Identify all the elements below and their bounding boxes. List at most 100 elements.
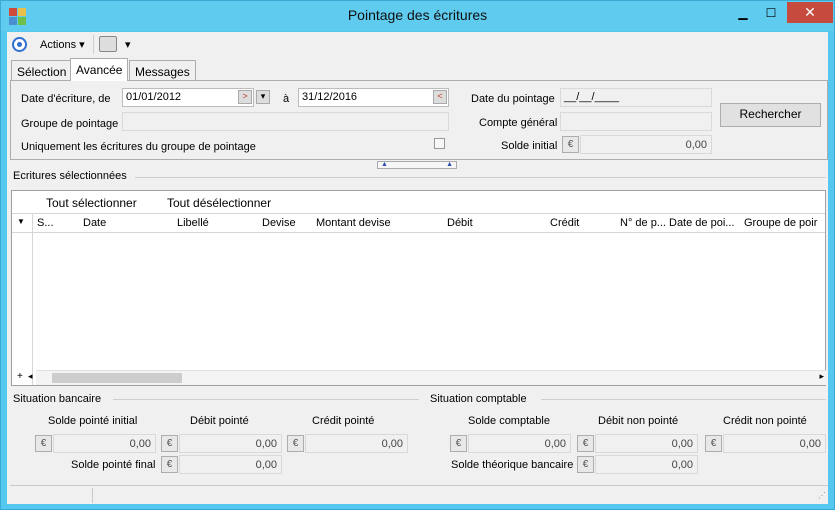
- solde-initial-value: 0,00: [580, 135, 712, 154]
- credit-pointe-label: Crédit pointé: [312, 415, 375, 427]
- toolbar-separator: [93, 35, 94, 54]
- dropdown-arrow-icon: ▾: [79, 39, 85, 51]
- solde-theorique-label: Solde théorique bancaire: [451, 459, 574, 471]
- euro-icon: €: [577, 435, 594, 452]
- panel-collapse-handle[interactable]: ▲ ▲: [377, 161, 457, 169]
- tab-messages[interactable]: Messages: [129, 60, 196, 80]
- title-bar[interactable]: Pointage des écritures ▁ ☐ ✕: [1, 1, 834, 31]
- euro-icon: €: [161, 435, 178, 452]
- date-to-value: 31/12/2016: [302, 91, 358, 103]
- client-area: Actions ▾ ▾ Sélection Avancée Messages D…: [7, 32, 828, 504]
- euro-icon: €: [705, 435, 722, 452]
- filter-panel: Date d'écriture, de 01/01/2012 > ▾ à 31/…: [10, 80, 828, 160]
- comptable-title: Situation comptable: [430, 393, 527, 405]
- row-selector-divider: [32, 213, 33, 385]
- scroll-right-icon[interactable]: ▸: [819, 371, 824, 382]
- close-button[interactable]: ✕: [787, 2, 833, 23]
- window-title: Pointage des écritures: [347, 7, 488, 23]
- tab-label: Sélection: [17, 65, 67, 79]
- navigation-icon[interactable]: [12, 37, 27, 52]
- tab-label: Avancée: [76, 63, 123, 77]
- divider: [135, 177, 826, 178]
- solde-pointe-final-value: 0,00: [179, 455, 282, 474]
- window: Pointage des écritures ▁ ☐ ✕ Actions ▾ ▾…: [0, 0, 835, 510]
- add-row-icon[interactable]: +: [17, 371, 23, 382]
- uniquement-checkbox[interactable]: [434, 138, 445, 149]
- compte-label: Compte général: [479, 117, 558, 129]
- ecritures-title: Ecritures sélectionnées: [13, 170, 127, 182]
- column-header[interactable]: N° de p...: [620, 217, 666, 229]
- euro-icon: €: [577, 456, 594, 473]
- horizontal-scrollbar[interactable]: ▸: [36, 370, 826, 385]
- debit-non-pointe-value: 0,00: [595, 434, 698, 453]
- solde-comptable-value: 0,00: [468, 434, 571, 453]
- date-pointage-field[interactable]: __/__/____: [560, 88, 712, 107]
- print-icon[interactable]: [99, 36, 117, 52]
- column-header[interactable]: Groupe de poir: [744, 217, 817, 229]
- a-label: à: [283, 93, 290, 105]
- actions-label: Actions: [40, 39, 77, 51]
- euro-icon: €: [287, 435, 304, 452]
- solde-theorique-value: 0,00: [595, 455, 698, 474]
- column-header[interactable]: Crédit: [550, 217, 579, 229]
- tab-label: Messages: [135, 65, 190, 79]
- groupe-label: Groupe de pointage: [21, 118, 119, 130]
- solde-comptable-label: Solde comptable: [468, 415, 550, 427]
- column-header[interactable]: Débit: [447, 217, 473, 229]
- toolbar: Actions ▾ ▾: [7, 32, 828, 56]
- solde-pointe-final-label: Solde pointé final: [71, 459, 156, 471]
- column-header[interactable]: Montant devise: [316, 217, 391, 229]
- solde-pointe-initial-value: 0,00: [53, 434, 156, 453]
- date-picker-icon[interactable]: <: [433, 90, 447, 104]
- date-pointage-value: __/__/____: [564, 91, 620, 103]
- scrollbar-thumb[interactable]: [52, 373, 182, 383]
- debit-pointe-label: Débit pointé: [190, 415, 249, 427]
- tab-avancee[interactable]: Avancée: [70, 58, 129, 81]
- column-header[interactable]: Date de poi...: [669, 217, 734, 229]
- column-header[interactable]: Libellé: [177, 217, 209, 229]
- compte-field[interactable]: [560, 112, 712, 131]
- euro-icon: €: [450, 435, 467, 452]
- close-icon: ✕: [804, 4, 816, 20]
- groupe-field[interactable]: [122, 112, 449, 131]
- credit-non-pointe-value: 0,00: [723, 434, 826, 453]
- maximize-button[interactable]: ☐: [757, 2, 785, 23]
- solde-initial-label: Solde initial: [501, 140, 558, 152]
- debit-non-pointe-label: Débit non pointé: [598, 415, 679, 427]
- column-menu-icon[interactable]: ▼: [17, 217, 25, 226]
- scroll-left-icon[interactable]: ◂: [28, 371, 33, 382]
- date-ecriture-label: Date d'écriture, de: [21, 93, 111, 105]
- tout-deselectionner-link[interactable]: Tout désélectionner: [167, 196, 271, 210]
- minimize-button[interactable]: ▁: [729, 2, 757, 23]
- resize-grip-icon[interactable]: ⋰: [818, 491, 826, 500]
- date-from-field[interactable]: 01/01/2012: [122, 88, 254, 107]
- uniquement-label: Uniquement les écritures du groupe de po…: [21, 141, 256, 153]
- column-header[interactable]: S...: [37, 217, 54, 229]
- status-bar: ⋰: [10, 485, 828, 504]
- credit-pointe-value: 0,00: [305, 434, 408, 453]
- date-pointage-label: Date du pointage: [471, 93, 555, 105]
- actions-menu[interactable]: Actions ▾: [40, 38, 85, 51]
- date-picker-icon[interactable]: >: [238, 90, 252, 104]
- rechercher-label: Rechercher: [739, 107, 802, 121]
- date-from-value: 01/01/2012: [126, 91, 182, 103]
- column-header[interactable]: Devise: [262, 217, 296, 229]
- divider: [113, 399, 419, 400]
- status-separator: [92, 488, 93, 503]
- chevron-down-icon[interactable]: ▾: [256, 90, 270, 104]
- divider: [541, 399, 826, 400]
- euro-icon: €: [35, 435, 52, 452]
- debit-pointe-value: 0,00: [179, 434, 282, 453]
- euro-icon: €: [161, 456, 178, 473]
- solde-pointe-initial-label: Solde pointé initial: [48, 415, 138, 427]
- minimize-icon: ▁: [738, 5, 748, 20]
- date-to-field[interactable]: 31/12/2016: [298, 88, 449, 107]
- rechercher-button[interactable]: Rechercher: [720, 103, 821, 127]
- print-dropdown-icon[interactable]: ▾: [125, 38, 131, 51]
- tout-selectionner-link[interactable]: Tout sélectionner: [46, 196, 137, 210]
- maximize-icon: ☐: [765, 5, 777, 20]
- column-header[interactable]: Date: [83, 217, 106, 229]
- credit-non-pointe-label: Crédit non pointé: [723, 415, 807, 427]
- ecritures-grid: Tout sélectionner Tout désélectionner ▼ …: [11, 190, 826, 386]
- tab-selection[interactable]: Sélection: [11, 60, 73, 80]
